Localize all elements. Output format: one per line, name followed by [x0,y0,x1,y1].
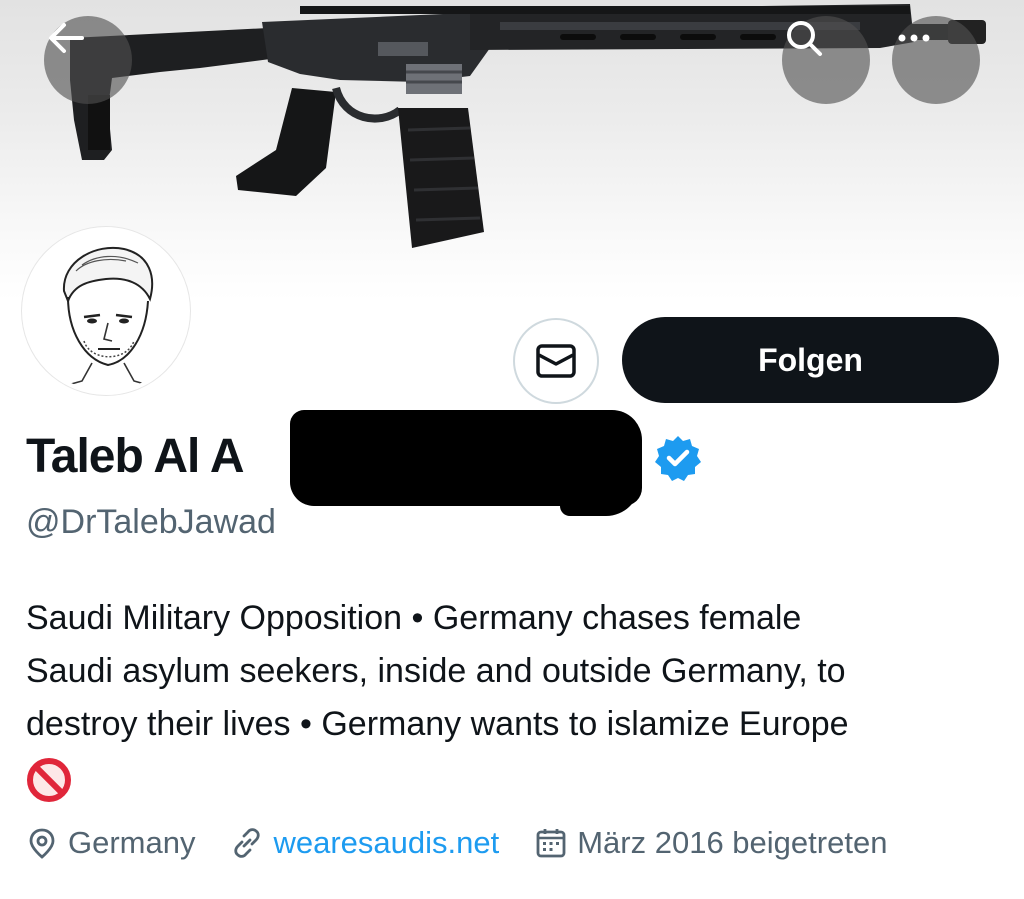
location-text: Germany [68,825,196,860]
follow-button[interactable]: Folgen [622,317,999,403]
location-pin-icon [29,828,55,859]
arrow-left-icon [49,23,84,53]
profile-handle: @DrTalebJawad [26,503,276,541]
joined-text: März 2016 beigetreten [577,825,888,860]
bio-line: Saudi Military Opposition • Germany chas… [26,599,802,637]
display-name-row: Taleb Al A [26,426,245,486]
more-button[interactable] [892,16,980,104]
joined-item: März 2016 beigetreten [535,825,887,861]
profile-bio: Saudi Military Opposition • Germany chas… [26,592,1006,803]
website-item[interactable]: wearesaudis.net [231,825,499,861]
avatar-sketch-image [26,231,186,391]
redaction-mark [560,430,640,516]
search-button[interactable] [782,16,870,104]
display-name: Taleb Al A [26,429,245,483]
message-button[interactable] [513,318,599,404]
prohibited-emoji-icon [27,758,71,802]
link-icon [234,828,261,858]
avatar[interactable] [22,227,190,395]
search-icon [787,21,822,56]
profile-meta: Germany wearesaudis.net März 2016 beiget… [26,820,923,866]
envelope-icon [536,344,576,378]
calendar-icon [536,829,566,858]
location-item: Germany [26,825,195,861]
website-link[interactable]: wearesaudis.net [273,825,499,861]
verified-badge-icon[interactable] [654,434,702,482]
back-button[interactable] [44,16,132,104]
bio-line: Saudi asylum seekers, inside and outside… [26,652,846,690]
more-icon [898,34,930,42]
bio-line: destroy their lives • Germany wants to i… [26,705,849,743]
